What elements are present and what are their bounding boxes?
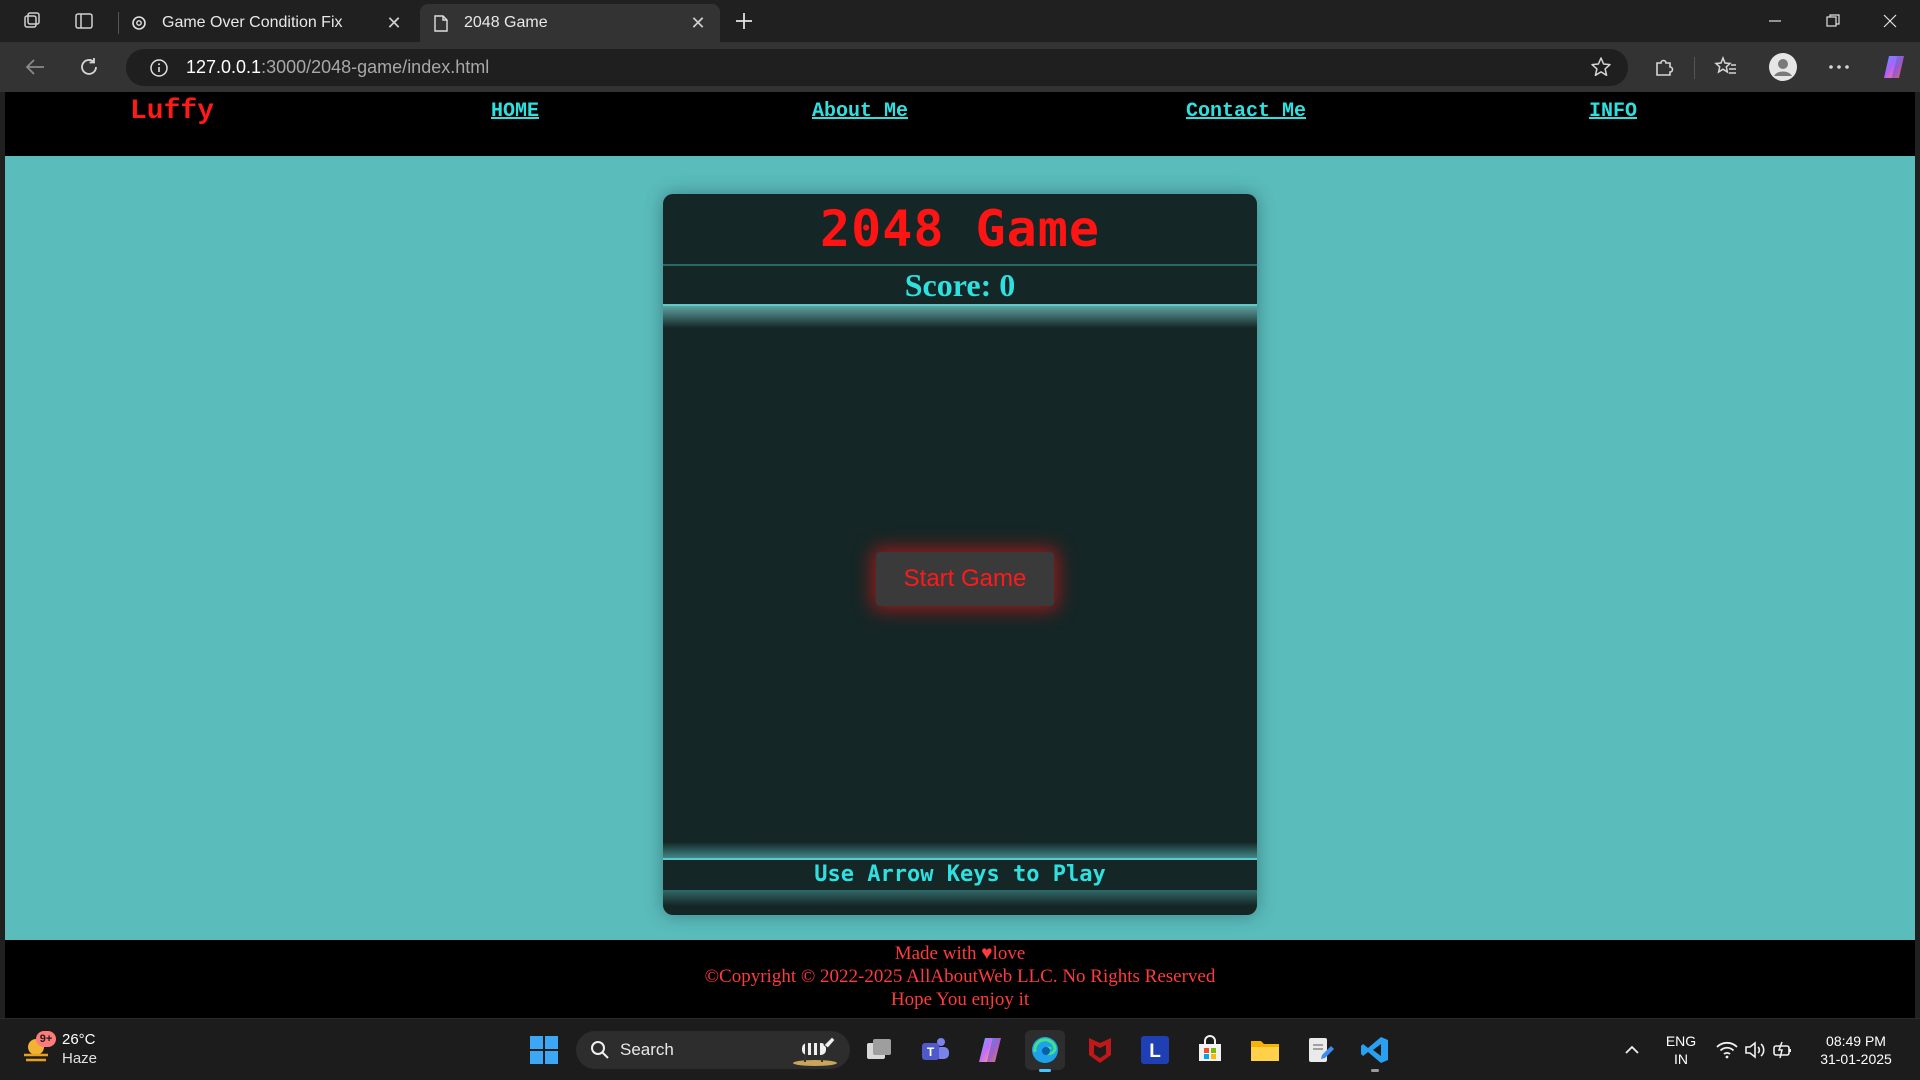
profile-avatar-icon[interactable] bbox=[1767, 51, 1799, 83]
refresh-icon[interactable] bbox=[73, 51, 105, 83]
site-logo[interactable]: Luffy bbox=[130, 96, 214, 127]
footer-enjoy: Hope You enjoy it bbox=[890, 989, 1030, 1010]
more-menu-icon[interactable] bbox=[1823, 51, 1855, 83]
weather-badge: 9+ bbox=[36, 1031, 56, 1047]
toolbar-separator bbox=[1694, 57, 1695, 79]
nav-link-about-me[interactable]: About Me bbox=[812, 100, 908, 123]
nav-link-contact-me[interactable]: Contact Me bbox=[1186, 100, 1306, 123]
favorites-icon[interactable] bbox=[1710, 51, 1742, 83]
wifi-icon[interactable] bbox=[1712, 1030, 1742, 1070]
weather-temp: 26°C bbox=[62, 1031, 96, 1048]
browser-tab-bar: Game Over Condition Fix ✕ 2048 Game ✕ bbox=[0, 0, 1920, 42]
game-container: 2048 Game Score: 0 Start Game Use Arrow … bbox=[663, 194, 1257, 915]
site-header: Luffy HOME About Me Contact Me INFO bbox=[5, 92, 1915, 156]
extensions-icon[interactable] bbox=[1648, 51, 1680, 83]
new-tab-icon[interactable] bbox=[728, 6, 760, 36]
volume-icon[interactable] bbox=[1740, 1030, 1770, 1070]
hint-underglow bbox=[663, 892, 1257, 906]
notepad-app-icon[interactable] bbox=[1300, 1030, 1340, 1070]
page-favicon-icon bbox=[432, 14, 450, 32]
microsoft-store-icon[interactable] bbox=[1190, 1030, 1230, 1070]
file-explorer-icon[interactable] bbox=[1245, 1030, 1285, 1070]
zebra-highlight-icon bbox=[790, 1033, 840, 1072]
url-path: :3000/2048-game/index.html bbox=[261, 57, 490, 77]
url-host: 127.0.0.1 bbox=[186, 57, 262, 77]
footer-copyright: ©Copyright © 2022-2025 AllAboutWeb LLC. … bbox=[704, 966, 1216, 987]
score-glow bbox=[663, 306, 1257, 328]
active-app-indicator bbox=[1039, 1069, 1051, 1072]
tab-game-over-condition-fix[interactable]: Game Over Condition Fix ✕ bbox=[118, 4, 416, 42]
browser-toolbar: 127.0.0.1:3000/2048-game/index.html bbox=[0, 42, 1920, 92]
copilot-icon[interactable] bbox=[1878, 51, 1910, 83]
back-arrow-icon[interactable] bbox=[19, 51, 51, 83]
site-footer: Made with ♥love ©Copyright © 2022-2025 A… bbox=[5, 940, 1915, 1018]
game-title: 2048 Game bbox=[820, 200, 1100, 258]
close-tab-icon[interactable]: ✕ bbox=[688, 13, 708, 33]
minimize-icon[interactable] bbox=[1745, 0, 1805, 42]
weather-condition: Haze bbox=[62, 1050, 98, 1067]
hint-glow bbox=[663, 842, 1257, 858]
input-language-indicator[interactable]: ENG IN bbox=[1658, 1032, 1704, 1068]
search-icon bbox=[590, 1040, 610, 1060]
vertical-tabs-icon[interactable] bbox=[68, 6, 100, 36]
windows-taskbar: 9+ 26°C Haze Search T L ENG IN 08:49 PM … bbox=[0, 1018, 1920, 1080]
clock-time: 08:49 PM bbox=[1826, 1033, 1886, 1049]
clock[interactable]: 08:49 PM 31-01-2025 bbox=[1806, 1032, 1906, 1068]
favorite-star-icon[interactable] bbox=[1590, 56, 1612, 83]
edge-browser-icon[interactable] bbox=[1025, 1030, 1065, 1072]
controls-hint: Use Arrow Keys to Play bbox=[663, 858, 1257, 892]
start-game-button[interactable]: Start Game bbox=[876, 552, 1054, 606]
tab-2048-game[interactable]: 2048 Game ✕ bbox=[420, 4, 720, 42]
nav-link-home[interactable]: HOME bbox=[491, 100, 539, 123]
mcafee-icon[interactable] bbox=[1080, 1030, 1120, 1070]
workspaces-icon[interactable] bbox=[16, 6, 48, 36]
show-hidden-icons-chevron-up-icon[interactable] bbox=[1612, 1030, 1652, 1070]
battery-charging-icon[interactable] bbox=[1768, 1030, 1798, 1070]
svg-text:T: T bbox=[927, 1045, 935, 1059]
page-viewport: Luffy HOME About Me Contact Me INFO 2048… bbox=[5, 92, 1915, 1018]
task-view-icon[interactable] bbox=[860, 1030, 900, 1070]
tab-title: Game Over Condition Fix bbox=[162, 14, 343, 31]
footer-made-with: Made with ♥love bbox=[894, 943, 1026, 964]
vscode-icon[interactable] bbox=[1355, 1030, 1395, 1072]
close-window-icon[interactable] bbox=[1860, 0, 1920, 42]
svg-text:L: L bbox=[1149, 1041, 1161, 1062]
close-tab-icon[interactable]: ✕ bbox=[384, 13, 404, 33]
weather-text: 26°C Haze bbox=[62, 1030, 97, 1068]
url-text: 127.0.0.1:3000/2048-game/index.html bbox=[186, 57, 489, 78]
language-code: ENG bbox=[1665, 1033, 1697, 1049]
address-bar[interactable]: 127.0.0.1:3000/2048-game/index.html bbox=[126, 49, 1628, 86]
haze-weather-icon: 9+ bbox=[22, 1031, 56, 1067]
restore-icon[interactable] bbox=[1803, 0, 1863, 42]
tab-title: 2048 Game bbox=[464, 14, 548, 31]
teams-icon[interactable]: T bbox=[915, 1030, 955, 1070]
start-windows-icon[interactable] bbox=[524, 1030, 564, 1070]
nav-link-info[interactable]: INFO bbox=[1589, 100, 1637, 123]
l-app-icon[interactable]: L bbox=[1135, 1030, 1175, 1070]
weather-widget[interactable]: 9+ 26°C Haze bbox=[22, 1030, 97, 1068]
score-display: Score: 0 bbox=[663, 264, 1257, 306]
region-code: IN bbox=[1674, 1051, 1688, 1067]
copilot-app-icon[interactable] bbox=[970, 1030, 1010, 1070]
chatgpt-favicon-icon bbox=[130, 14, 148, 32]
clock-date: 31-01-2025 bbox=[1820, 1051, 1892, 1067]
running-app-indicator bbox=[1371, 1069, 1379, 1072]
search-label: Search bbox=[620, 1040, 674, 1059]
site-info-icon[interactable] bbox=[144, 58, 174, 78]
taskbar-search-box[interactable]: Search bbox=[576, 1031, 850, 1069]
